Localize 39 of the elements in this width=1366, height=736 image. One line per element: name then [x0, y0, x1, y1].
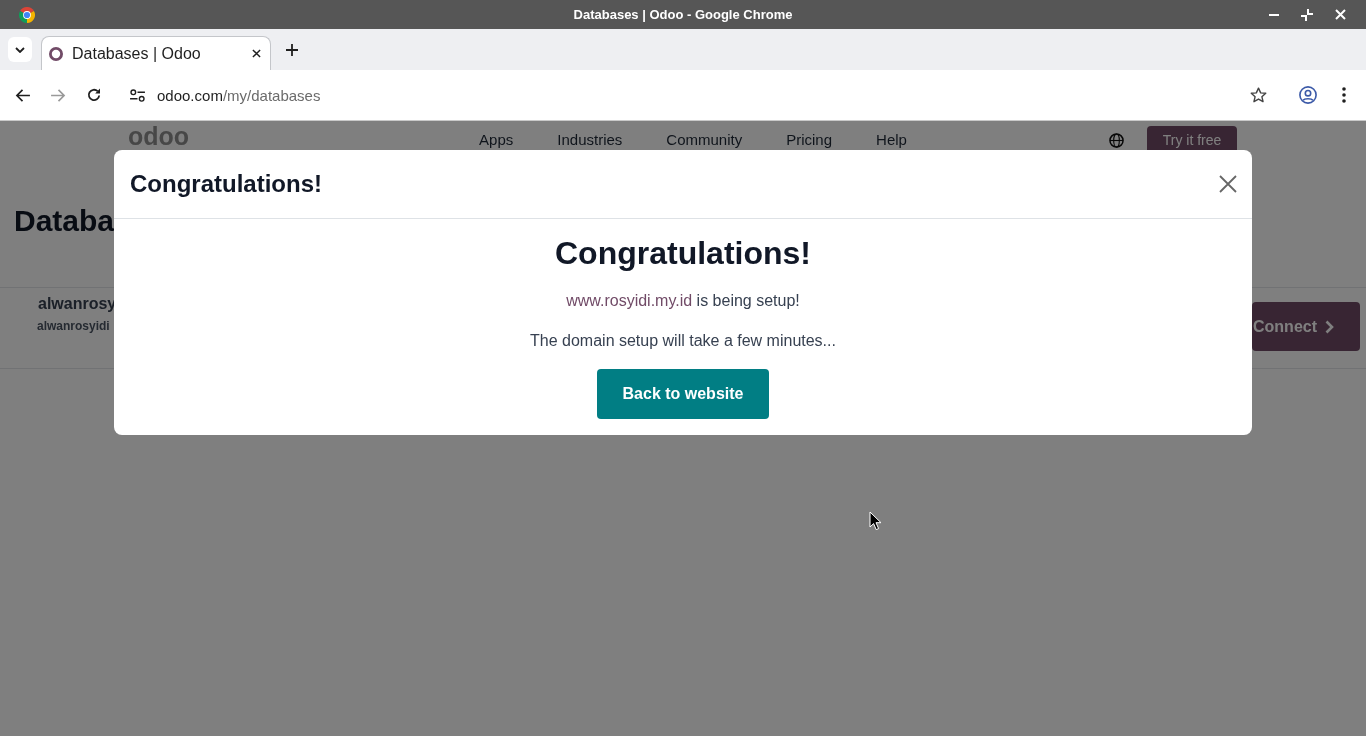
tab-list-button[interactable] [8, 37, 32, 62]
setup-message: www.rosyidi.my.id is being setup! [566, 291, 800, 311]
nav-link[interactable]: Community [666, 131, 743, 148]
plus-icon [286, 43, 298, 56]
restore-icon [1301, 8, 1313, 21]
mouse-pointer-icon [869, 511, 882, 531]
profile-icon [1299, 86, 1317, 104]
connect-button[interactable]: Connect [1252, 302, 1360, 351]
close-icon [1219, 175, 1237, 193]
forward-arrow-icon [50, 88, 66, 102]
globe-icon[interactable] [1109, 132, 1124, 148]
database-name: alwanrosy [38, 294, 117, 314]
nav-link[interactable]: Apps [479, 131, 514, 148]
ring-icon [49, 46, 63, 61]
browser-tab[interactable]: Databases | Odoo [41, 36, 271, 70]
nav-link[interactable]: Pricing [786, 131, 833, 148]
back-to-website-button[interactable]: Back to website [596, 369, 770, 419]
nav-link[interactable]: Industries [557, 131, 623, 148]
site-logo[interactable]: odoo [128, 123, 190, 149]
close-icon [1334, 9, 1346, 20]
database-url: alwanrosyidi [37, 318, 111, 334]
page-heading: Databa [14, 203, 115, 239]
close-icon [251, 49, 261, 58]
minimize-icon [1269, 13, 1279, 16]
back-arrow-icon [14, 88, 30, 102]
dialog-title: Congratulations! [130, 170, 322, 198]
window-title: Databases | Odoo - Google Chrome [573, 7, 793, 22]
sliders-icon [129, 88, 145, 102]
browser-logo-icon [19, 6, 35, 23]
dialog-heading: Congratulations! [555, 234, 811, 273]
domain-link[interactable]: www.rosyidi.my.id [566, 292, 693, 309]
nav-link[interactable]: Help [876, 131, 907, 148]
caret-icon [15, 46, 25, 53]
star-icon [1249, 87, 1267, 103]
chevron-right-icon [1325, 319, 1334, 334]
address-field[interactable]: odoo.com/my/databases [157, 86, 321, 104]
setup-note: The domain setup will take a few minutes... [530, 331, 836, 351]
reload-icon [87, 88, 101, 102]
menu-icon [1342, 87, 1346, 103]
